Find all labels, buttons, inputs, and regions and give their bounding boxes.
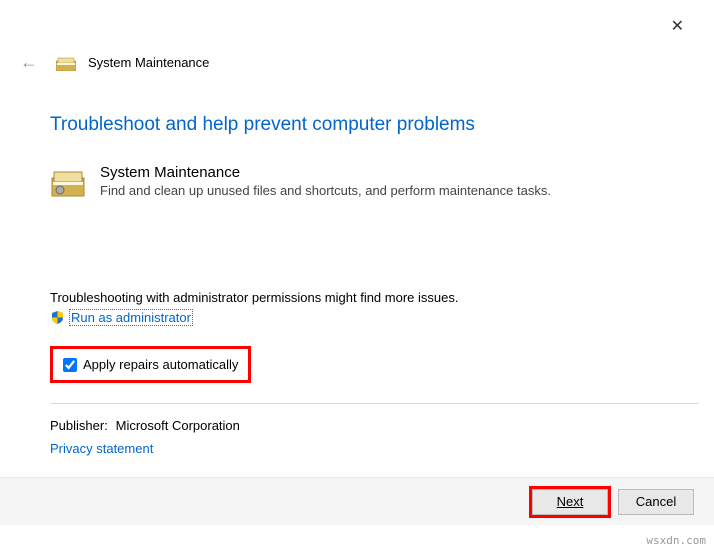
privacy-statement-link[interactable]: Privacy statement xyxy=(50,441,153,456)
troubleshooter-text: System Maintenance Find and clean up unu… xyxy=(100,164,699,200)
apply-repairs-label: Apply repairs automatically xyxy=(83,357,238,372)
apply-repairs-row[interactable]: Apply repairs automatically xyxy=(63,357,238,372)
apply-repairs-checkbox[interactable] xyxy=(63,358,77,372)
section-title: System Maintenance xyxy=(100,164,699,181)
close-button[interactable]: ✕ xyxy=(663,12,692,40)
watermark: wsxdn.com xyxy=(646,534,706,547)
publisher-value: Microsoft Corporation xyxy=(116,418,240,433)
admin-note: Troubleshooting with administrator permi… xyxy=(50,290,699,305)
shield-icon xyxy=(50,310,65,325)
header-title: System Maintenance xyxy=(88,55,209,70)
maintenance-icon xyxy=(50,164,86,200)
content-area: Troubleshoot and help prevent computer p… xyxy=(50,114,699,456)
header-bar: ← System Maintenance xyxy=(14,50,209,75)
section-description: Find and clean up unused files and short… xyxy=(100,183,699,198)
footer-bar: Next Cancel xyxy=(0,477,714,525)
maintenance-header-icon xyxy=(56,55,76,71)
apply-repairs-highlight: Apply repairs automatically xyxy=(50,346,251,383)
back-arrow-icon: ← xyxy=(14,50,44,75)
divider xyxy=(50,403,699,404)
admin-link-row: Run as administrator xyxy=(50,309,699,326)
publisher-row: Publisher: Microsoft Corporation xyxy=(50,418,699,433)
main-heading: Troubleshoot and help prevent computer p… xyxy=(50,114,699,136)
publisher-label: Publisher: xyxy=(50,418,112,433)
next-button[interactable]: Next xyxy=(532,489,608,515)
troubleshooter-info: System Maintenance Find and clean up unu… xyxy=(50,164,699,200)
run-as-admin-link[interactable]: Run as administrator xyxy=(69,309,193,326)
cancel-button[interactable]: Cancel xyxy=(618,489,694,515)
